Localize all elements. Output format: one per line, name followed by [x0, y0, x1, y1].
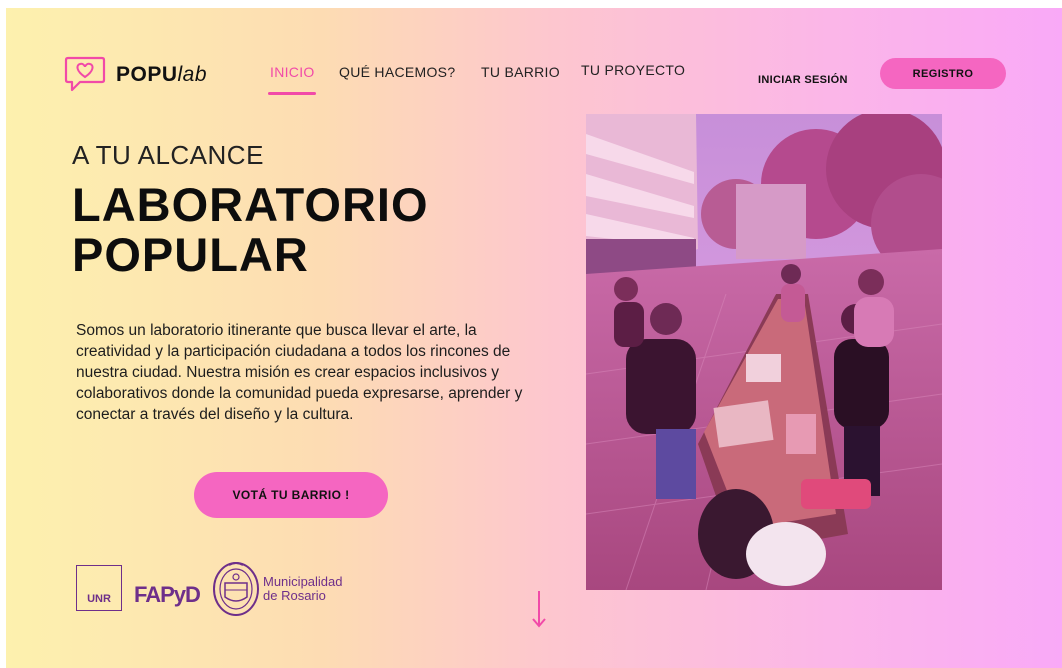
hero-title-line-1: LABORATORIO: [72, 178, 429, 231]
landing-page: POPUlab INICIO QUÉ HACEMOS? TU BARRIO TU…: [6, 8, 1062, 668]
login-link[interactable]: INICIAR SESIÓN: [758, 74, 848, 86]
hero-title-line-2: POPULAR: [72, 228, 309, 281]
unr-logo-text: UNR: [87, 593, 111, 605]
nav-item-tu-proyecto[interactable]: TU PROYECTO: [581, 62, 685, 78]
fapyd-logo: FAPyD: [134, 582, 201, 607]
nav-item-inicio[interactable]: INICIO: [270, 64, 315, 80]
hero-description: Somos un laboratorio itinerante que busc…: [76, 322, 523, 423]
municipality-logo: Municipalidad de Rosario: [263, 575, 343, 603]
nav-item-tu-barrio[interactable]: TU BARRIO: [481, 64, 560, 80]
municipality-line-2: de Rosario: [263, 588, 326, 603]
vote-neighborhood-button[interactable]: VOTÁ TU BARRIO !: [194, 472, 388, 518]
arrow-down-icon[interactable]: [530, 590, 548, 628]
nav-item-que-hacemos[interactable]: QUÉ HACEMOS?: [339, 64, 455, 80]
hero-eyebrow: A TU ALCANCE: [72, 140, 264, 170]
hero-photo: [586, 114, 942, 590]
municipality-line-1: Municipalidad: [263, 574, 343, 589]
city-seal-icon: [213, 562, 259, 616]
unr-logo: UNR: [76, 565, 122, 611]
hero-title: LABORATORIO POPULAR: [72, 180, 429, 280]
active-nav-indicator: [268, 92, 316, 95]
register-button[interactable]: REGISTRO: [880, 58, 1006, 89]
